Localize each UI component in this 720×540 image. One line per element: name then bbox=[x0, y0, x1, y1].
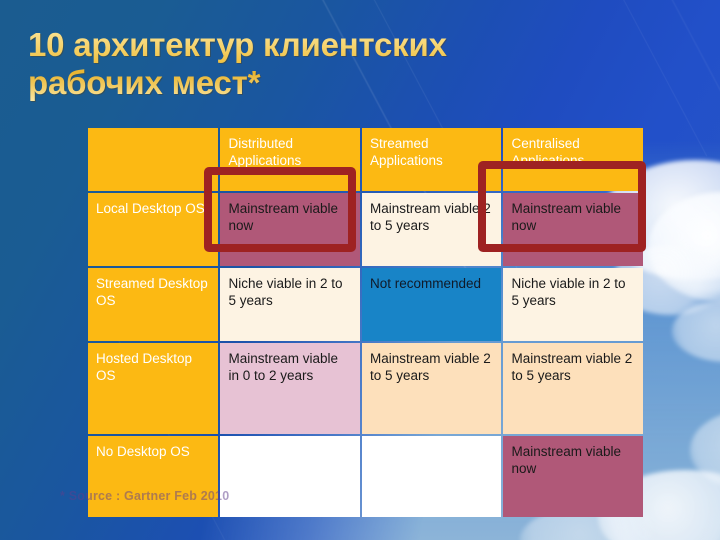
column-header-distributed-applications: Distributed Applications bbox=[220, 128, 360, 191]
table-header-row: Distributed Applications Streamed Applic… bbox=[88, 128, 643, 191]
cell-nodesktop-centralised: Mainstream viable now bbox=[503, 436, 643, 517]
slide-title: 10 архитектур клиентских рабочих мест* bbox=[28, 26, 628, 102]
column-header-streamed-applications: Streamed Applications bbox=[361, 128, 502, 191]
source-footnote: * Source : Gartner Feb 2010 bbox=[60, 489, 230, 503]
cell-streamedos-centralised: Niche viable in 2 to 5 years bbox=[503, 268, 643, 341]
cell-local-centralised: Mainstream viable now bbox=[503, 193, 643, 266]
table-corner-cell bbox=[88, 128, 219, 191]
table-row: No Desktop OS Mainstream viable now bbox=[88, 436, 643, 517]
row-label-hosted-desktop-os: Hosted Desktop OS bbox=[88, 343, 219, 434]
cell-nodesktop-streamed bbox=[361, 436, 502, 517]
table-row: Streamed Desktop OS Niche viable in 2 to… bbox=[88, 268, 643, 341]
column-header-centralised-applications: Centralised Applications bbox=[503, 128, 643, 191]
row-label-local-desktop-os: Local Desktop OS bbox=[88, 193, 219, 266]
cell-hosted-distributed: Mainstream viable in 0 to 2 years bbox=[220, 343, 360, 434]
cell-hosted-streamed: Mainstream viable 2 to 5 years bbox=[361, 343, 502, 434]
cell-nodesktop-distributed bbox=[220, 436, 360, 517]
table-row: Hosted Desktop OS Mainstream viable in 0… bbox=[88, 343, 643, 434]
cell-local-streamed: Mainstream viable 2 to 5 years bbox=[361, 193, 502, 266]
row-label-no-desktop-os: No Desktop OS bbox=[88, 436, 219, 517]
cell-hosted-centralised: Mainstream viable 2 to 5 years bbox=[503, 343, 643, 434]
table-row: Local Desktop OS Mainstream viable now M… bbox=[88, 193, 643, 266]
row-label-streamed-desktop-os: Streamed Desktop OS bbox=[88, 268, 219, 341]
cell-local-distributed: Mainstream viable now bbox=[220, 193, 360, 266]
architecture-matrix-table: Distributed Applications Streamed Applic… bbox=[86, 126, 645, 519]
cell-streamedos-streamed: Not recommended bbox=[361, 268, 502, 341]
presentation-slide: 10 архитектур клиентских рабочих мест* D… bbox=[0, 0, 720, 540]
cell-streamedos-distributed: Niche viable in 2 to 5 years bbox=[220, 268, 360, 341]
